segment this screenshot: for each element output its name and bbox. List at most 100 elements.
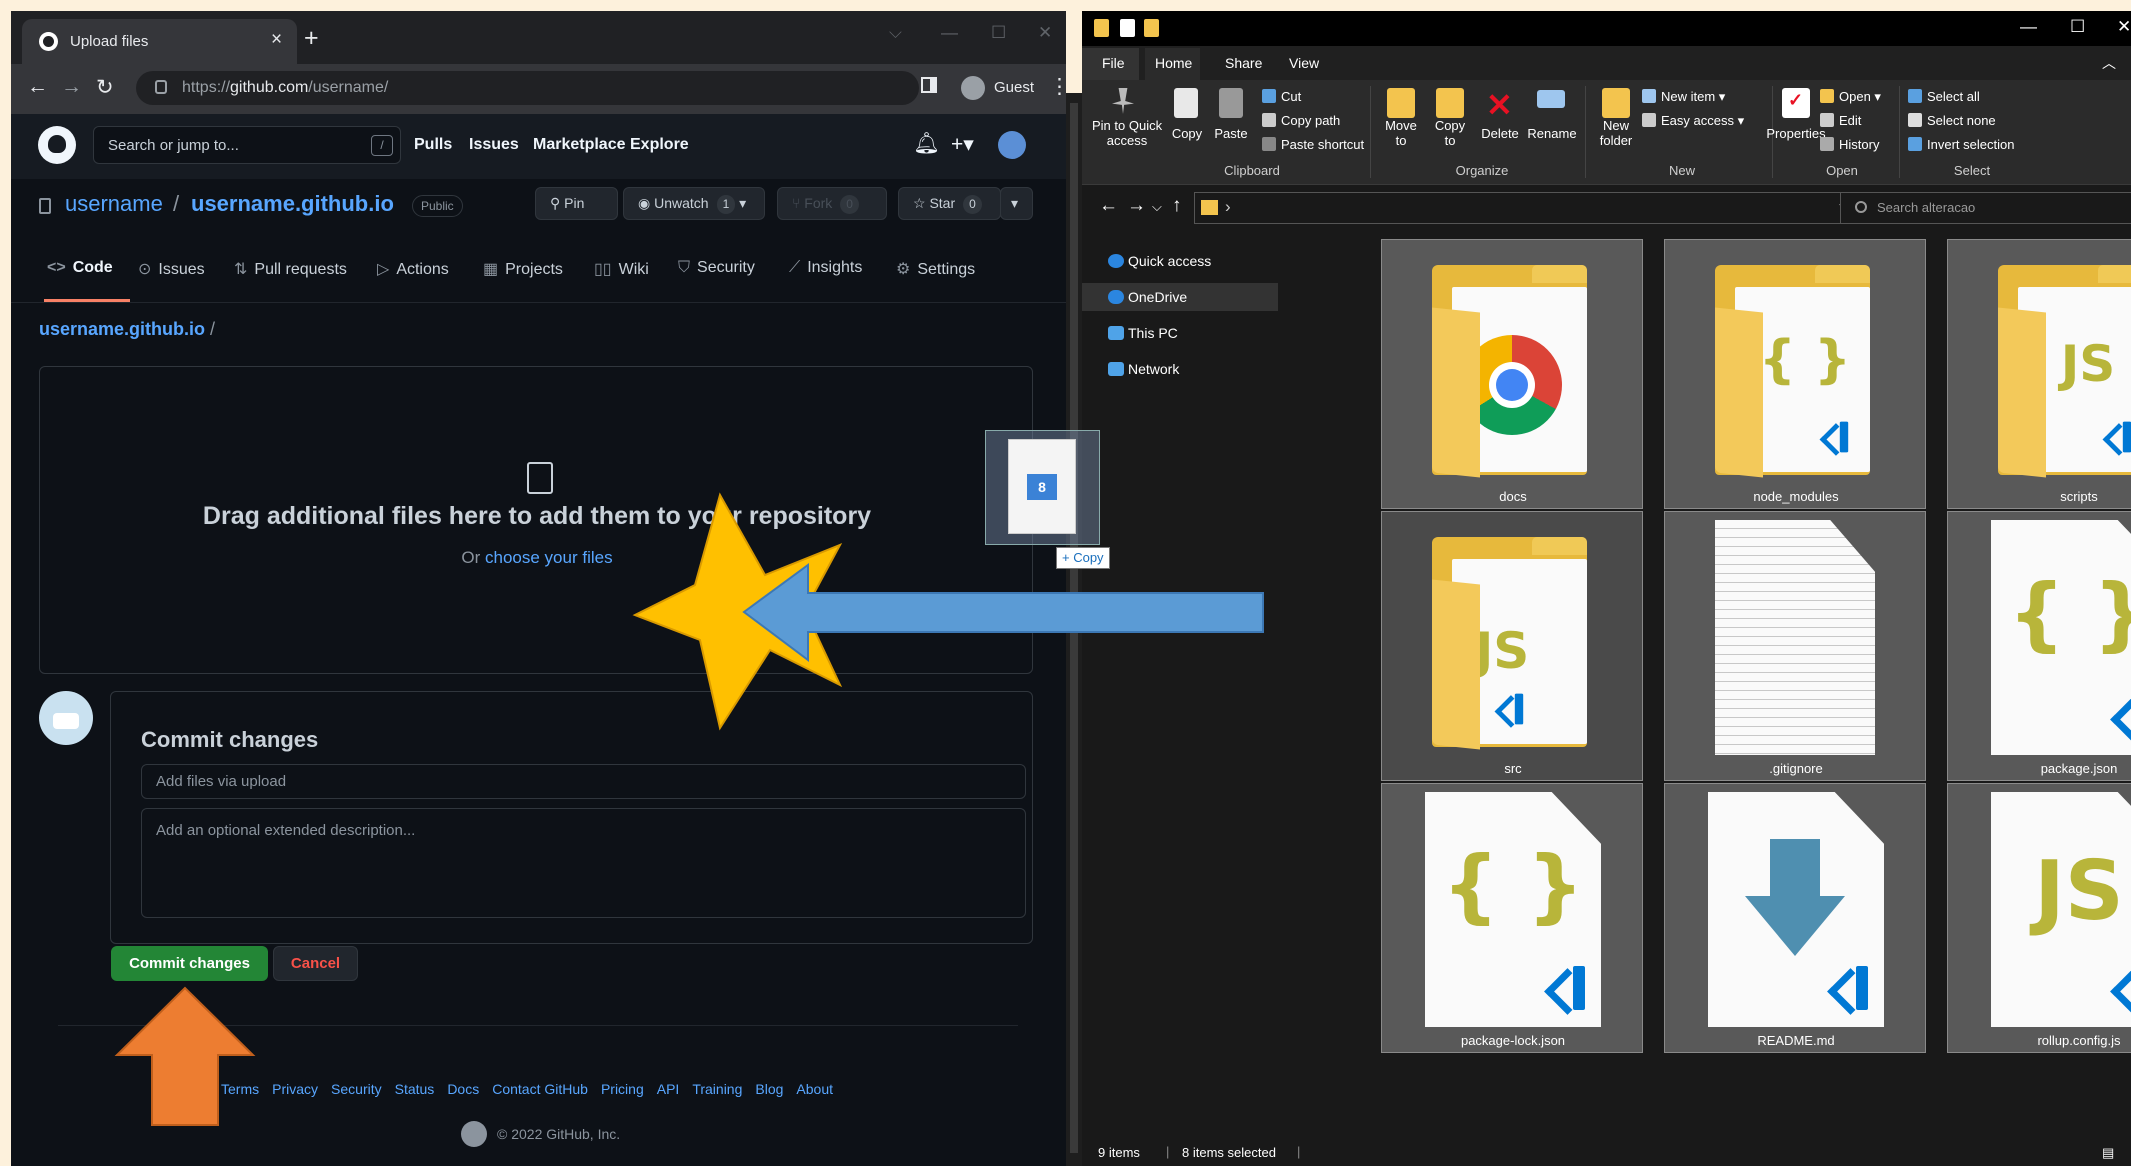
easy-access-button[interactable]: Easy access ▾ [1642, 113, 1744, 129]
repo-owner-link[interactable]: username [65, 191, 163, 217]
ribbon-collapse-icon[interactable]: ︿ [2102, 53, 2116, 73]
breadcrumb-repo-link[interactable]: username.github.io [39, 319, 205, 339]
new-folder-quick-icon[interactable] [1144, 19, 1159, 37]
properties-quick-icon[interactable] [1120, 19, 1135, 37]
nav-quick-access[interactable]: Quick access [1082, 247, 1278, 275]
tab-projects[interactable]: ▦ Projects [483, 259, 563, 279]
nav-network[interactable]: Network [1082, 355, 1278, 383]
chevron-right-icon[interactable]: › [1225, 197, 1231, 217]
maximize-icon[interactable]: ☐ [2070, 17, 2085, 37]
nav-issues[interactable]: Issues [469, 136, 519, 154]
browser-tab[interactable]: Upload files × [22, 19, 297, 64]
back-icon[interactable]: ← [1099, 195, 1118, 217]
nav-explore[interactable]: Explore [630, 136, 689, 154]
paste-shortcut-button[interactable]: Paste shortcut [1262, 137, 1364, 152]
menu-file[interactable]: File [1102, 55, 1125, 71]
star-dropdown-button[interactable]: ▾ [1000, 187, 1033, 220]
recent-locations-icon[interactable]: ⌵ [1152, 199, 1162, 215]
browser-menu-icon[interactable]: ⋮ [1049, 74, 1066, 99]
nav-marketplace[interactable]: Marketplace [533, 136, 626, 154]
pin-quick-access-button[interactable]: Pin to Quick access [1092, 118, 1162, 148]
tab-search-icon[interactable]: ⌵ [889, 23, 902, 43]
tab-wiki[interactable]: ▯▯ Wiki [594, 259, 649, 279]
tab-insights[interactable]: ⟋ Insights [789, 259, 862, 277]
footer-link[interactable]: Security [331, 1081, 382, 1097]
copy-button[interactable]: Copy [1170, 126, 1204, 141]
tab-issues[interactable]: ⊙ Issues [138, 259, 205, 279]
select-none-button[interactable]: Select none [1908, 113, 1996, 128]
footer-link[interactable]: About [796, 1081, 833, 1097]
pin-button[interactable]: ⚲ Pin [535, 187, 618, 220]
paste-button[interactable]: Paste [1212, 126, 1250, 141]
delete-button[interactable]: Delete [1478, 126, 1522, 141]
repo-name-link[interactable]: username.github.io [191, 191, 394, 217]
forward-icon[interactable]: → [1127, 195, 1146, 217]
new-folder-button[interactable]: New folder [1593, 118, 1639, 148]
menu-home[interactable]: Home [1155, 55, 1192, 71]
tab-settings[interactable]: ⚙ Settings [896, 259, 975, 279]
menu-share[interactable]: Share [1225, 55, 1262, 71]
new-item-button[interactable]: New item ▾ [1642, 89, 1725, 105]
side-panel-icon[interactable] [921, 77, 937, 93]
nav-pulls[interactable]: Pulls [414, 136, 452, 154]
file-tile-src[interactable]: JS src [1381, 511, 1643, 781]
move-to-button[interactable]: Move to [1378, 118, 1424, 148]
tab-security[interactable]: ⛉ Security [678, 259, 755, 277]
commit-changes-button[interactable]: Commit changes [111, 946, 268, 981]
choose-files-link[interactable]: choose your files [485, 548, 613, 567]
reload-icon[interactable]: ↻ [96, 75, 114, 100]
tab-close-icon[interactable]: × [271, 29, 282, 51]
footer-link[interactable]: Docs [447, 1081, 479, 1097]
invert-selection-button[interactable]: Invert selection [1908, 137, 2014, 152]
tab-actions[interactable]: ▷ Actions [377, 259, 449, 279]
copy-path-button[interactable]: Copy path [1262, 113, 1340, 128]
file-tile-package-lock-json[interactable]: { } package-lock.json [1381, 783, 1643, 1053]
footer-link[interactable]: Blog [755, 1081, 783, 1097]
file-tile-readme-md[interactable]: README.md [1664, 783, 1926, 1053]
footer-link[interactable]: Training [692, 1081, 742, 1097]
open-button[interactable]: Open ▾ [1820, 89, 1881, 105]
maximize-icon[interactable]: ☐ [991, 23, 1006, 43]
minimize-icon[interactable]: — [941, 23, 958, 43]
footer-link[interactable]: API [657, 1081, 680, 1097]
details-view-icon[interactable]: ▤ [2102, 1145, 2114, 1161]
close-window-icon[interactable]: ✕ [2117, 17, 2131, 37]
select-all-button[interactable]: Select all [1908, 89, 1980, 104]
file-tile-scripts[interactable]: JS scripts [1947, 239, 2131, 509]
footer-link[interactable]: Pricing [601, 1081, 644, 1097]
explorer-search-input[interactable]: Search alteracao [1840, 192, 2131, 224]
commit-description-textarea[interactable]: Add an optional extended description... [141, 808, 1026, 918]
github-search-input[interactable]: Search or jump to... / [93, 126, 401, 164]
unwatch-button[interactable]: ◉ Unwatch 1 ▾ [623, 187, 765, 220]
footer-link[interactable]: Contact GitHub [492, 1081, 588, 1097]
file-tile-package-json[interactable]: { } package.json [1947, 511, 2131, 781]
back-icon[interactable]: ← [27, 75, 48, 99]
file-tile-gitignore[interactable]: .gitignore [1664, 511, 1926, 781]
file-tile-docs[interactable]: docs [1381, 239, 1643, 509]
scrollbar-thumb[interactable] [1070, 103, 1078, 1153]
url-input[interactable]: https://github.com/username/ [136, 71, 919, 105]
file-drop-zone[interactable]: Drag additional files here to add them t… [39, 366, 1033, 674]
minimize-icon[interactable]: — [2020, 17, 2037, 37]
file-tile-rollup-config-js[interactable]: JS rollup.config.js [1947, 783, 2131, 1053]
nav-this-pc[interactable]: This PC [1082, 319, 1278, 347]
bell-icon[interactable]: 🔔︎ [913, 132, 940, 156]
new-tab-button[interactable]: + [304, 24, 319, 53]
history-button[interactable]: History [1820, 137, 1879, 152]
tab-code[interactable]: <> Code [47, 259, 113, 277]
cut-button[interactable]: Cut [1262, 89, 1301, 104]
menu-view[interactable]: View [1289, 55, 1319, 71]
nav-onedrive[interactable]: OneDrive [1082, 283, 1278, 311]
browser-scrollbar[interactable] [1066, 93, 1082, 1166]
rename-button[interactable]: Rename [1527, 126, 1577, 141]
create-new-icon[interactable]: +▾ [951, 132, 974, 157]
close-window-icon[interactable]: ✕ [1038, 23, 1052, 43]
github-logo-icon[interactable] [38, 126, 76, 164]
explorer-address-input[interactable]: › ⌵ ↻ [1194, 192, 1894, 224]
footer-link[interactable]: Terms [221, 1081, 259, 1097]
up-icon[interactable]: ↑ [1172, 195, 1182, 217]
footer-link[interactable]: Status [395, 1081, 435, 1097]
footer-link[interactable]: Privacy [272, 1081, 318, 1097]
star-button[interactable]: ☆ Star 0 [898, 187, 1001, 220]
cancel-button[interactable]: Cancel [273, 946, 358, 981]
